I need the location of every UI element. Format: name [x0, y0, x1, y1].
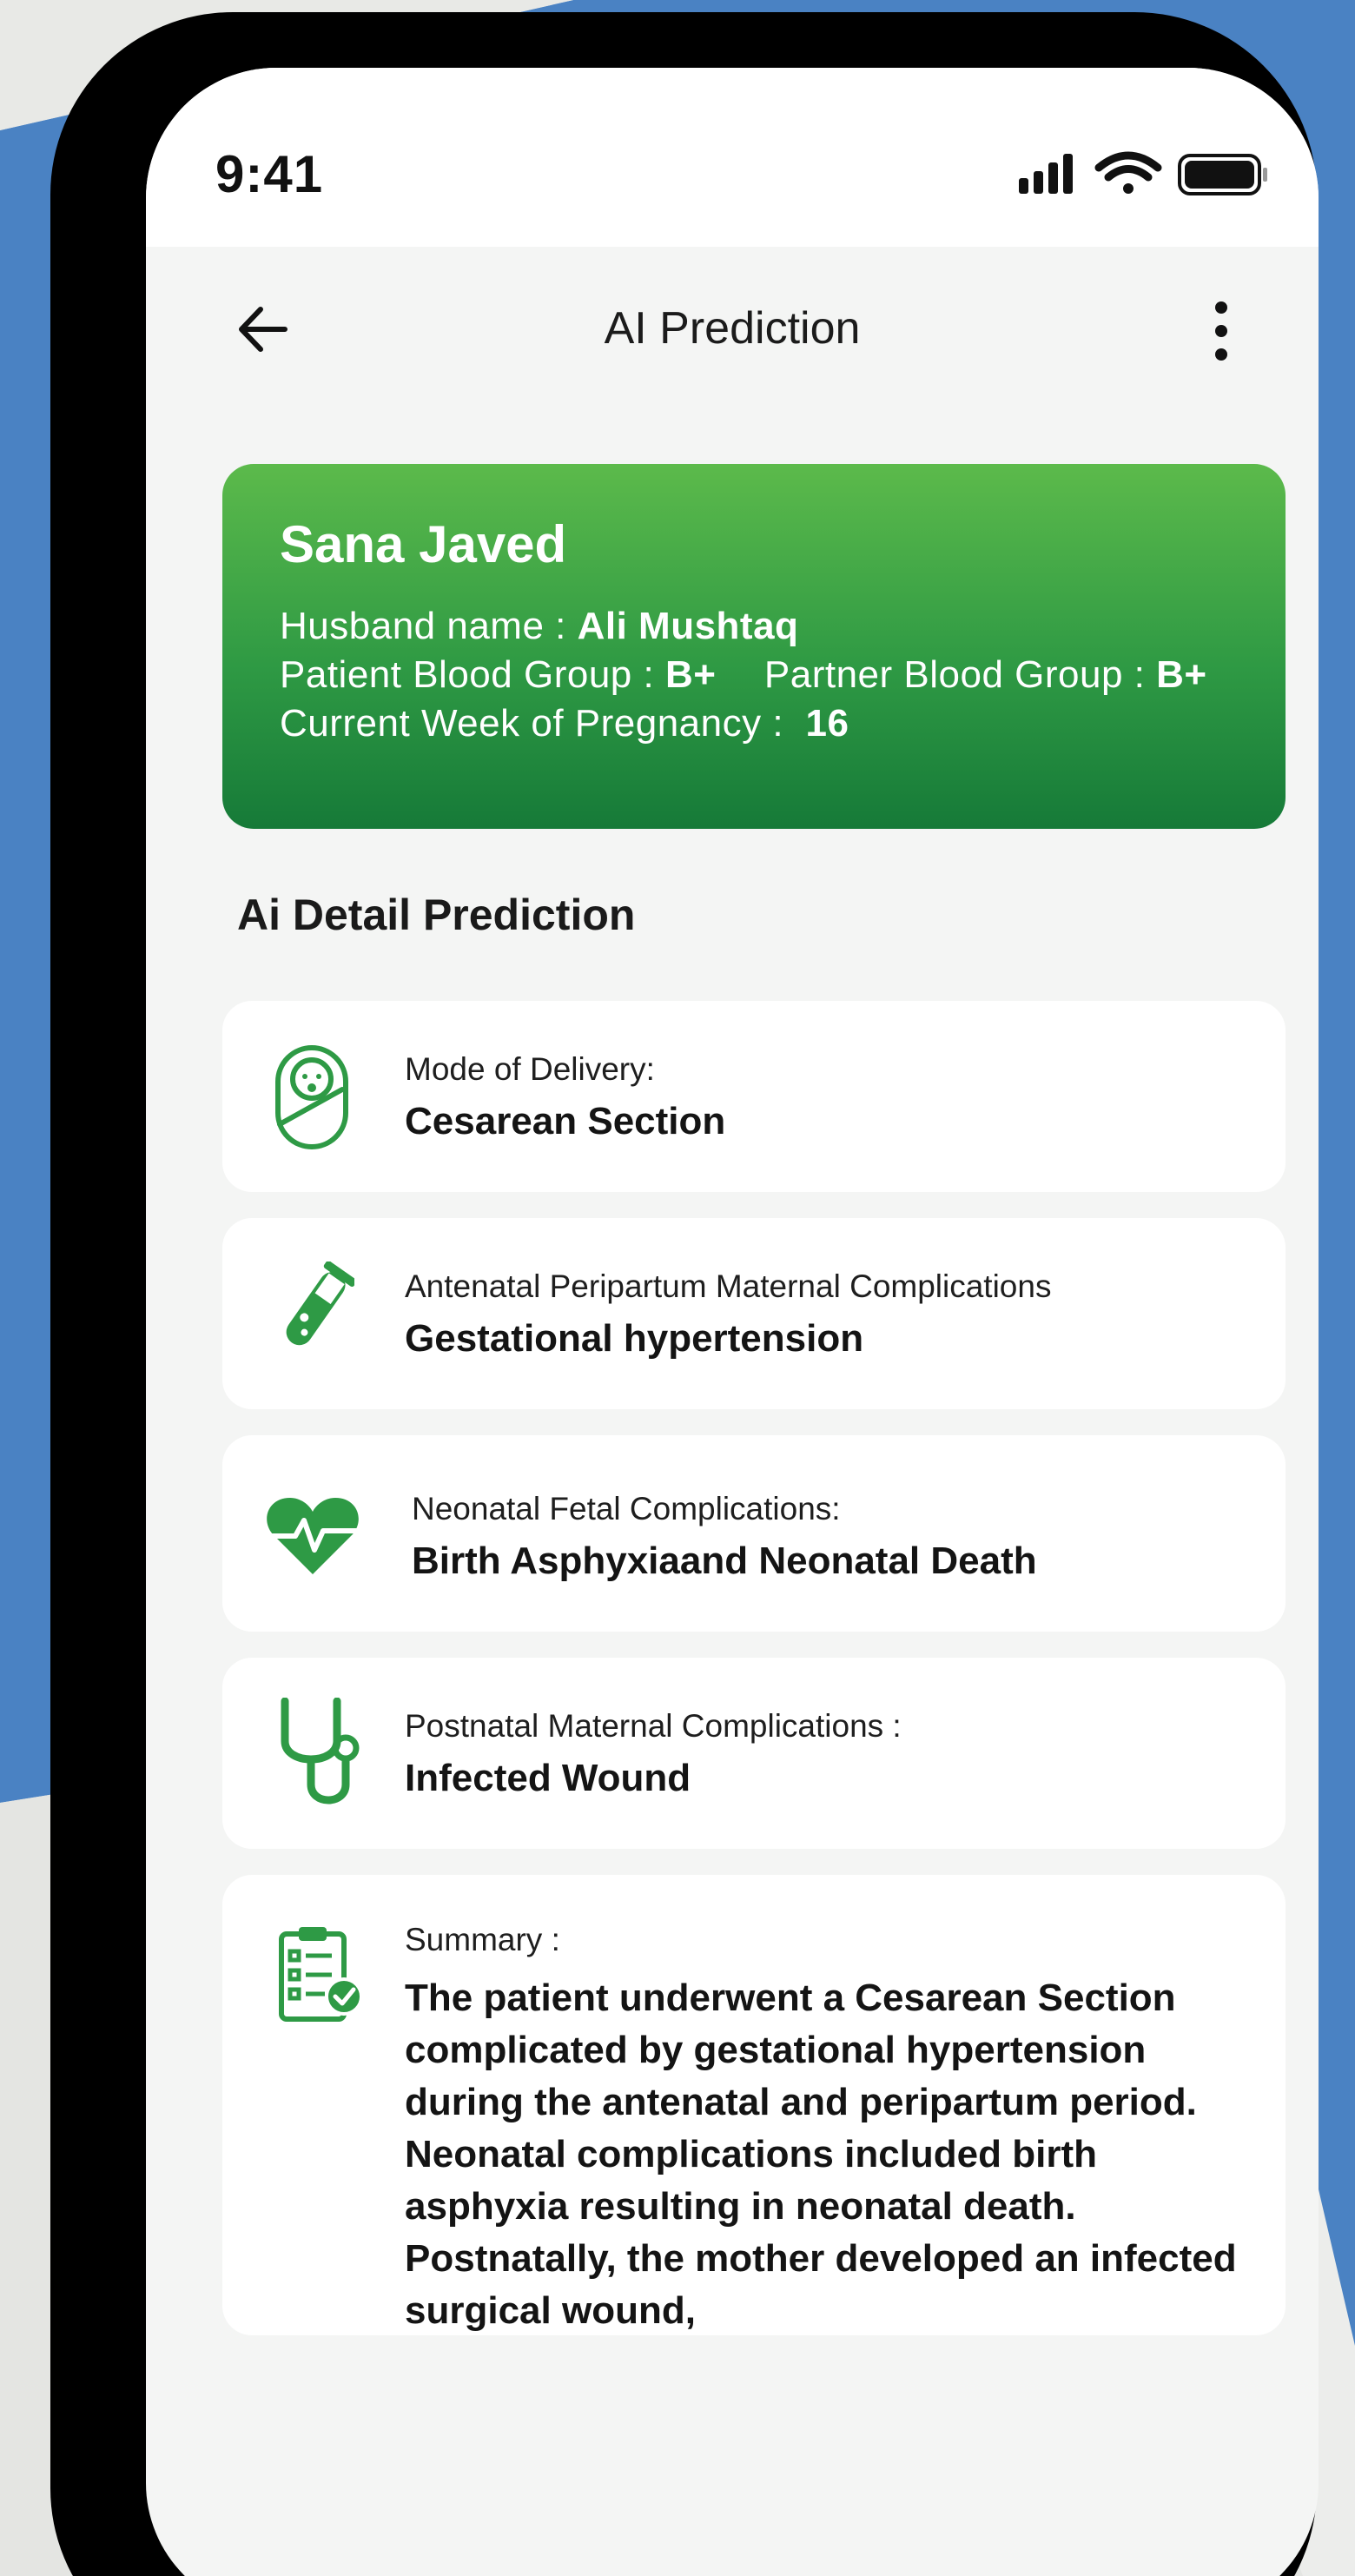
status-time: 9:41	[215, 145, 324, 203]
prediction-value: Cesarean Section	[405, 1100, 726, 1142]
status-bar: 9:41	[146, 68, 1319, 247]
section-title: Ai Detail Prediction	[237, 891, 636, 939]
prediction-card-postnatal[interactable]: Postnatal Maternal Complications : Infec…	[222, 1658, 1286, 1849]
clipboard-check-icon	[279, 1927, 363, 2022]
phone-frame: 9:41 AI Prediction Sana Javed Husband na…	[50, 12, 1319, 2576]
summary-text: The patient underwent a Cesarean Section…	[405, 1977, 1237, 2332]
wifi-icon	[1094, 151, 1162, 194]
prediction-label: Antenatal Peripartum Maternal Complicati…	[405, 1268, 1052, 1304]
summary-card: Summary : The patient underwent a Cesare…	[222, 1875, 1286, 2335]
battery-icon	[1178, 154, 1267, 195]
prediction-card-neonatal[interactable]: Neonatal Fetal Complications: Birth Asph…	[222, 1435, 1286, 1632]
more-options-icon[interactable]	[1204, 297, 1239, 367]
blood-group-row: Patient Blood Group : B+ Partner Blood G…	[280, 653, 1207, 697]
prediction-label: Postnatal Maternal Complications :	[405, 1708, 902, 1744]
prediction-card-antenatal[interactable]: Antenatal Peripartum Maternal Complicati…	[222, 1218, 1286, 1409]
summary-label: Summary :	[405, 1922, 560, 1957]
pregnancy-week-row: Current Week of Pregnancy : 16	[280, 702, 849, 745]
app-screen: 9:41 AI Prediction Sana Javed Husband na…	[146, 68, 1319, 2576]
prediction-value: Gestational hypertension	[405, 1317, 864, 1360]
partner-blood-label: Partner Blood Group :	[763, 653, 1157, 696]
stethoscope-icon	[281, 1698, 360, 1805]
prediction-value: Infected Wound	[405, 1757, 691, 1799]
partner-blood-value: B+	[1156, 653, 1207, 696]
husband-row: Husband name : Ali Mushtaq	[280, 605, 798, 648]
page-title: AI Prediction	[604, 303, 861, 354]
patient-name: Sana Javed	[280, 515, 567, 573]
prediction-label: Neonatal Fetal Complications:	[412, 1491, 841, 1526]
patient-blood-value: B+	[664, 653, 717, 696]
prediction-card-delivery[interactable]: Mode of Delivery: Cesarean Section	[222, 1001, 1286, 1192]
pregnancy-week-value: 16	[805, 702, 849, 745]
baby-icon	[275, 1045, 348, 1149]
app-header: AI Prediction	[146, 247, 1319, 421]
prediction-value: Birth Asphyxiaand Neonatal Death	[412, 1540, 1037, 1582]
test-tube-icon	[286, 1262, 354, 1346]
heart-pulse-icon	[266, 1498, 360, 1574]
signal-icon	[1019, 154, 1073, 194]
pregnancy-week-label: Current Week of Pregnancy :	[280, 702, 806, 745]
husband-name: Ali Mushtaq	[577, 605, 799, 647]
husband-label: Husband name :	[280, 605, 578, 647]
patient-info-card: Sana Javed Husband name : Ali Mushtaq Pa…	[222, 464, 1286, 829]
status-icons	[1019, 150, 1279, 207]
prediction-label: Mode of Delivery:	[405, 1051, 655, 1087]
patient-blood-label: Patient Blood Group :	[280, 653, 665, 696]
